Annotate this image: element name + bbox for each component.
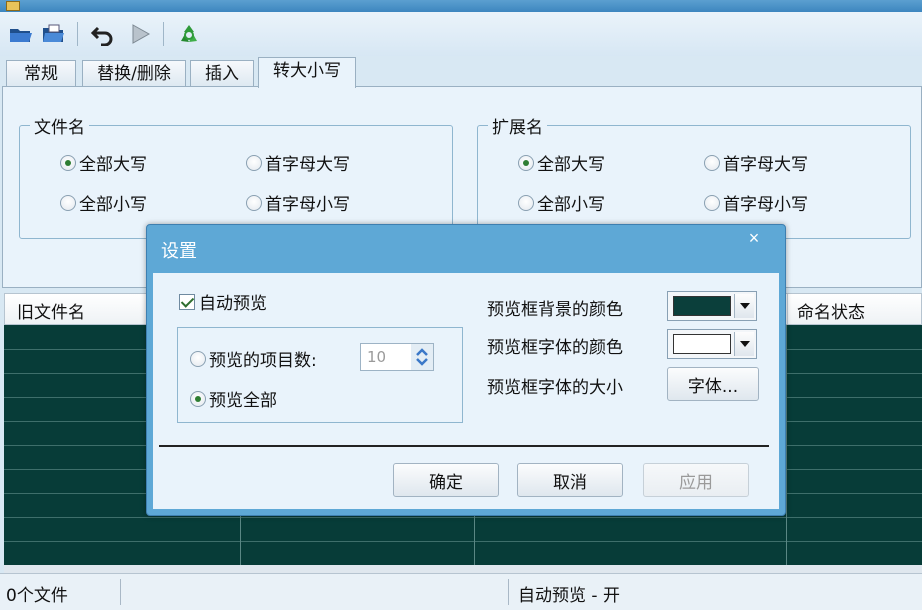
font-color-label: 预览框字体的颜色 — [487, 338, 623, 358]
auto-preview-checkbox[interactable]: 自动预览 — [179, 289, 267, 314]
extension-first-lower-option[interactable]: 首字母小写 — [704, 190, 808, 215]
status-separator — [120, 579, 121, 605]
spinbox-arrows[interactable] — [411, 344, 433, 370]
preview-count-label: 预览的项目数: — [209, 351, 317, 371]
toolbar — [0, 12, 922, 56]
ok-button[interactable]: 确定 — [393, 463, 499, 497]
status-bar: 0个文件 自动预览 - 开 — [0, 573, 922, 610]
checkbox[interactable] — [179, 293, 195, 310]
app-icon — [6, 1, 20, 11]
extension-capitalize-option[interactable]: 首字母大写 — [704, 150, 808, 175]
status-separator — [508, 579, 509, 605]
bg-color-swatch — [673, 296, 731, 316]
tab-insert[interactable]: 插入 — [190, 60, 254, 87]
apply-button[interactable]: 应用 — [643, 463, 749, 497]
extension-all-lower-option[interactable]: 全部小写 — [518, 190, 605, 215]
extension-group: 扩展名 全部大写 首字母大写 全部小写 首字母小写 — [477, 113, 911, 239]
dialog-title: 设置 — [161, 241, 197, 262]
horizontal-scrollbar[interactable] — [4, 565, 922, 573]
open-folder-alt-icon[interactable] — [40, 22, 66, 46]
auto-preview-label: 自动预览 — [199, 294, 267, 314]
font-color-swatch — [673, 334, 731, 354]
spinbox-value: 10 — [367, 348, 387, 366]
preview-all-option[interactable]: 预览全部 — [190, 386, 277, 411]
font-button[interactable]: 字体... — [667, 367, 759, 401]
radio-label: 首字母小写 — [723, 195, 808, 215]
recycle-icon[interactable] — [176, 22, 202, 46]
settings-dialog: 设置 × 自动预览 预览的项目数: 10 预览全部 预览框背景的颜色 预览框字体… — [146, 224, 786, 516]
bg-color-label: 预览框背景的颜色 — [487, 300, 623, 320]
radio-button[interactable] — [190, 350, 206, 367]
radio-button[interactable] — [704, 194, 720, 211]
grid-row-line — [4, 517, 922, 518]
tab-general[interactable]: 常规 — [6, 60, 76, 87]
extension-group-title: 扩展名 — [488, 113, 547, 138]
toolbar-separator — [77, 22, 78, 46]
radio-button[interactable] — [518, 194, 534, 211]
status-file-count: 0个文件 — [6, 586, 68, 606]
tab-case-convert[interactable]: 转大小写 — [258, 57, 356, 88]
radio-button[interactable] — [60, 194, 76, 211]
preview-count-option[interactable]: 预览的项目数: — [190, 346, 317, 371]
radio-label: 全部小写 — [537, 195, 605, 215]
radio-label: 首字母大写 — [723, 155, 808, 175]
filename-group-title: 文件名 — [30, 113, 89, 138]
tab-replace-delete[interactable]: 替换/删除 — [82, 60, 186, 87]
radio-button[interactable] — [704, 154, 720, 171]
radio-label: 全部大写 — [537, 155, 605, 175]
toolbar-separator — [163, 22, 164, 46]
undo-icon[interactable] — [90, 22, 116, 47]
filename-all-upper-option[interactable]: 全部大写 — [60, 150, 147, 175]
filename-group: 文件名 全部大写 首字母大写 全部小写 首字母小写 — [19, 113, 453, 239]
chevron-down-icon[interactable] — [734, 332, 754, 356]
preview-all-label: 预览全部 — [209, 391, 277, 411]
column-rename-status[interactable]: 命名状态 — [797, 298, 865, 323]
radio-button[interactable] — [518, 154, 534, 171]
grid-row-line — [4, 541, 922, 542]
radio-button[interactable] — [246, 194, 262, 211]
close-icon: × — [748, 228, 760, 248]
dialog-divider — [159, 445, 769, 447]
column-old-filename[interactable]: 旧文件名 — [17, 298, 85, 323]
play-icon[interactable] — [128, 22, 154, 46]
font-size-label: 预览框字体的大小 — [487, 378, 623, 398]
extension-all-upper-option[interactable]: 全部大写 — [518, 150, 605, 175]
open-folder-icon[interactable] — [8, 22, 34, 46]
radio-label: 首字母大写 — [265, 155, 350, 175]
filename-first-lower-option[interactable]: 首字母小写 — [246, 190, 350, 215]
radio-label: 全部大写 — [79, 155, 147, 175]
spin-up-down-icon — [416, 348, 428, 366]
radio-button[interactable] — [60, 154, 76, 171]
filename-all-lower-option[interactable]: 全部小写 — [60, 190, 147, 215]
filename-capitalize-option[interactable]: 首字母大写 — [246, 150, 350, 175]
cancel-button[interactable]: 取消 — [517, 463, 623, 497]
title-bar — [0, 0, 922, 12]
close-button[interactable]: × — [729, 225, 779, 251]
radio-label: 首字母小写 — [265, 195, 350, 215]
radio-button[interactable] — [190, 390, 206, 407]
dialog-body: 自动预览 预览的项目数: 10 预览全部 预览框背景的颜色 预览框字体的颜色 预… — [153, 273, 779, 509]
column-divider[interactable] — [787, 294, 788, 324]
font-color-picker[interactable] — [667, 329, 757, 359]
preview-options-box: 预览的项目数: 10 预览全部 — [177, 327, 463, 423]
preview-count-spinbox[interactable]: 10 — [360, 343, 434, 371]
radio-label: 全部小写 — [79, 195, 147, 215]
chevron-down-icon[interactable] — [734, 294, 754, 318]
radio-button[interactable] — [246, 154, 262, 171]
grid-column-line — [786, 325, 787, 565]
bg-color-picker[interactable] — [667, 291, 757, 321]
status-auto-preview: 自动预览 - 开 — [518, 586, 620, 606]
